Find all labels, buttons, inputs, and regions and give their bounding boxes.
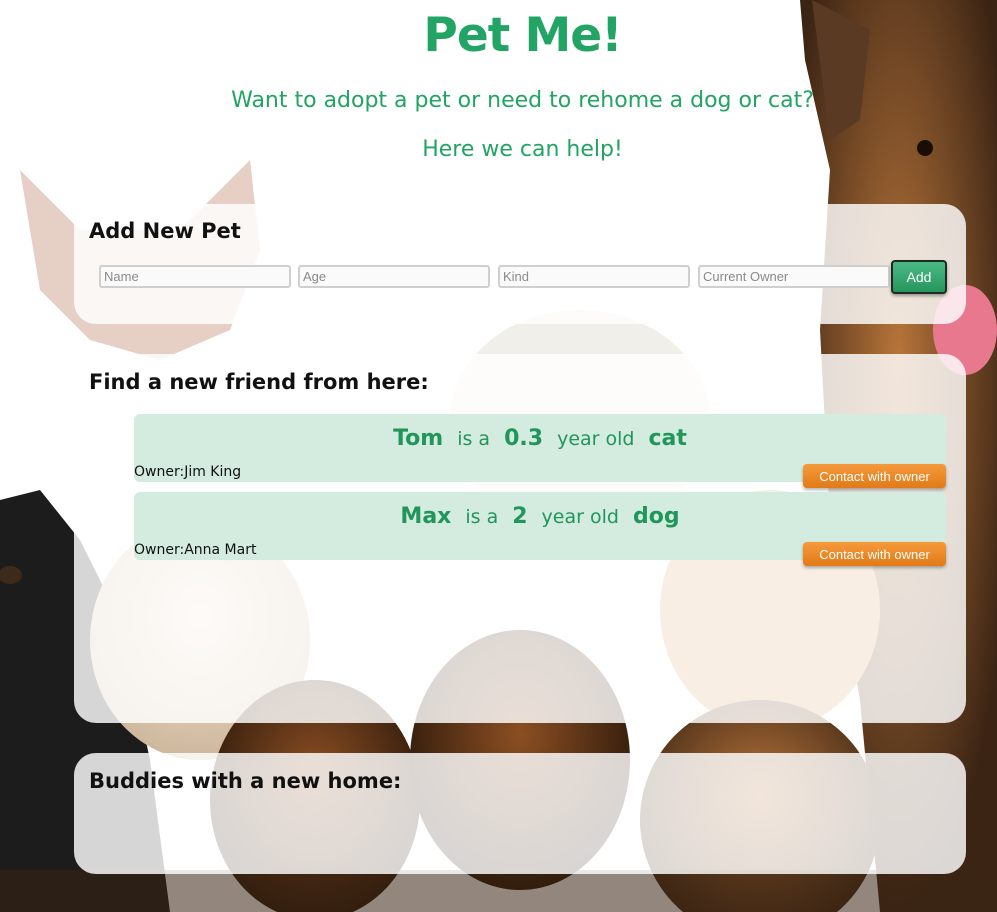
pet-name-input[interactable]: [99, 265, 291, 288]
pet-kind-input[interactable]: [498, 265, 690, 288]
add-pet-button[interactable]: Add: [891, 260, 947, 294]
pet-summary: Max is a 2 year old dog: [134, 500, 946, 536]
pet-name: Tom: [393, 426, 444, 451]
find-friend-panel: Find a new friend from here: Tom is a 0.3 y…: [74, 354, 966, 723]
pet-summary: Tom is a 0.3 year old cat: [134, 422, 946, 458]
pet-owner: Owner:Anna Mart: [134, 541, 256, 559]
owner-label: Owner:: [134, 542, 185, 558]
pet-card: Tom is a 0.3 year old cat Owner:Jim King Con…: [134, 414, 946, 488]
pet-is-a-text: is a: [465, 506, 499, 528]
pet-year-old-text: year old: [541, 506, 619, 528]
adopted-buddies-heading: Buddies with a new home:: [89, 769, 402, 793]
adopted-buddies-panel: Buddies with a new home:: [74, 753, 966, 874]
pet-card: Max is a 2 year old dog Owner:Anna Mart Cont…: [134, 492, 946, 566]
add-pet-panel: Add New Pet Add: [74, 204, 966, 324]
pet-owner: Owner:Jim King: [134, 463, 241, 481]
current-owner-input[interactable]: [698, 265, 890, 288]
owner-name: Jim King: [184, 464, 242, 480]
contact-owner-button[interactable]: Contact with owner: [803, 542, 946, 566]
owner-label: Owner:: [134, 464, 185, 480]
pet-kind: dog: [632, 504, 680, 529]
pet-age-input[interactable]: [298, 265, 490, 288]
pet-name: Max: [400, 504, 452, 529]
pet-kind: cat: [648, 426, 687, 451]
pet-age: 2: [512, 504, 528, 529]
page-subtitle: Want to adopt a pet or need to rehome a …: [231, 88, 814, 113]
pet-age: 0.3: [504, 426, 544, 451]
add-pet-heading: Add New Pet: [89, 219, 241, 243]
pet-year-old-text: year old: [557, 428, 635, 450]
owner-name: Anna Mart: [184, 542, 257, 558]
pet-is-a-text: is a: [457, 428, 491, 450]
contact-owner-button[interactable]: Contact with owner: [803, 464, 946, 488]
page-tagline: Here we can help!: [422, 137, 623, 162]
page-title: Pet Me!: [423, 8, 622, 63]
find-friend-heading: Find a new friend from here:: [89, 370, 429, 394]
